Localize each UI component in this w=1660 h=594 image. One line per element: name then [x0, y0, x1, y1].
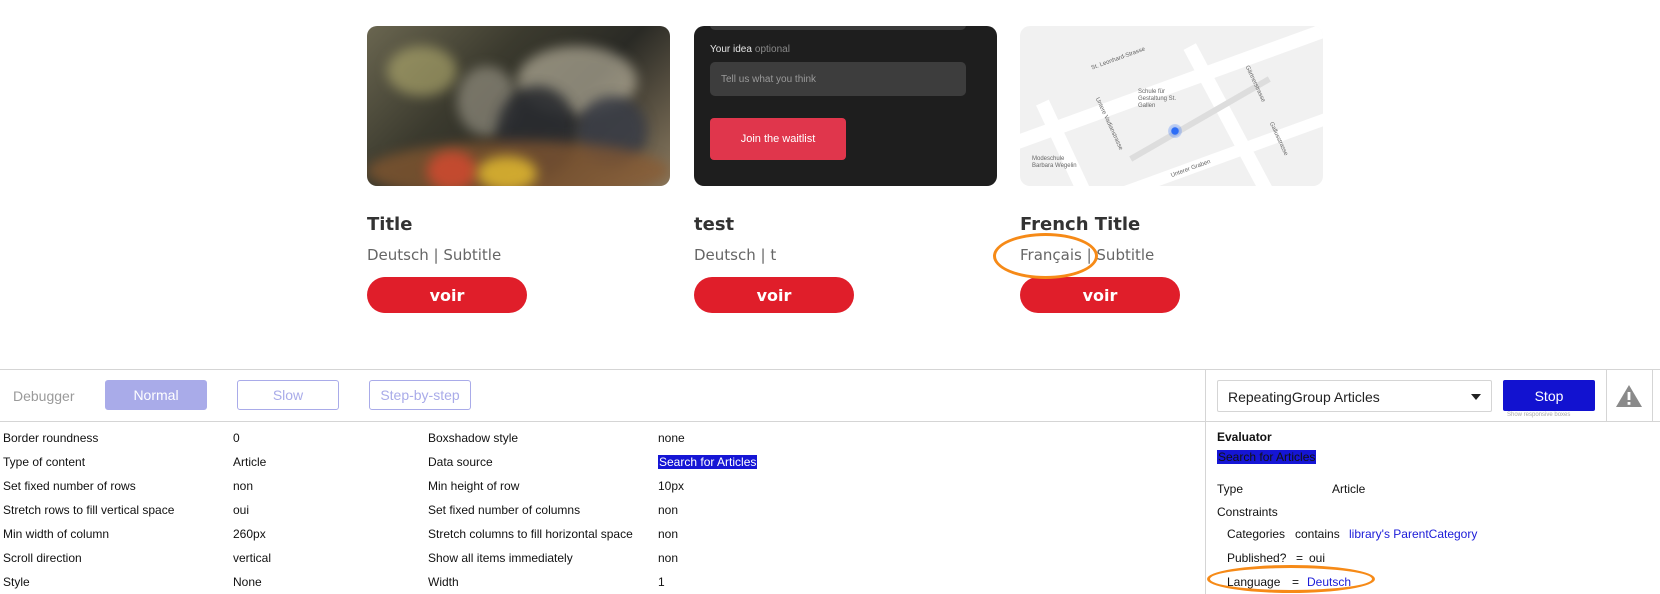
- responsive-boxes-hint[interactable]: Show responsive boxes: [1507, 412, 1570, 418]
- property-name: Show all items immediately: [428, 551, 573, 565]
- property-value: oui: [233, 503, 250, 517]
- property-name: Width: [428, 575, 459, 589]
- constraint-field: Published?: [1227, 551, 1287, 565]
- element-select-value: RepeatingGroup Articles: [1228, 389, 1380, 405]
- property-name: Style: [3, 575, 30, 589]
- poi-label: Schule für Gestaltung St. Gallen: [1138, 89, 1177, 109]
- constraint-op: contains: [1295, 527, 1340, 541]
- street-label: St. Leonhard-Strasse: [1090, 46, 1147, 72]
- idea-input[interactable]: [710, 62, 966, 96]
- article-image: Your ideaoptional Join the waitlist: [694, 26, 997, 186]
- divider: [1652, 370, 1653, 422]
- property-value: non: [658, 503, 679, 517]
- card-subtitle: Deutsch | t: [694, 246, 777, 264]
- type-label: Type: [1217, 482, 1244, 496]
- mode-step-button[interactable]: Step-by-step: [369, 380, 471, 410]
- property-name: Set fixed number of columns: [428, 503, 581, 517]
- property-name: Min width of column: [3, 527, 110, 541]
- type-value: Article: [1332, 482, 1366, 496]
- constraint-value-link[interactable]: library's ParentCategory: [1349, 527, 1477, 541]
- card-subtitle: Français | Subtitle: [1020, 246, 1155, 264]
- mode-normal-button[interactable]: Normal: [105, 380, 207, 410]
- property-value: non: [658, 551, 679, 565]
- property-value: 260px: [233, 527, 266, 541]
- constraint-field: Categories: [1227, 527, 1286, 541]
- property-value: none: [658, 431, 685, 445]
- evaluator-panel: Evaluator Search for Articles Type Artic…: [1206, 423, 1660, 594]
- property-value: Article: [233, 455, 267, 469]
- map-image: St. Leonhard-Strasse Gärtnerstrasse Gall…: [1020, 26, 1323, 186]
- article-card: Title Deutsch | Subtitle voir: [367, 26, 670, 313]
- divider: [1606, 370, 1607, 422]
- card-title: Title: [367, 214, 413, 235]
- constraint-op: =: [1296, 551, 1304, 565]
- form-field-remnant: [710, 26, 966, 30]
- property-value: 0: [233, 431, 240, 445]
- property-value: 10px: [658, 479, 685, 493]
- property-name: Min height of row: [428, 479, 520, 493]
- poi-label: Modeschule Barbara Wegelin: [1032, 156, 1077, 169]
- mode-slow-button[interactable]: Slow: [237, 380, 339, 410]
- debugger-toolbar: Debugger Normal Slow Step-by-step Repeat…: [0, 369, 1660, 422]
- idea-label: Your idea optional: [710, 44, 790, 55]
- article-card: St. Leonhard-Strasse Gärtnerstrasse Gall…: [1020, 26, 1323, 313]
- property-value: vertical: [233, 551, 272, 565]
- join-waitlist-button[interactable]: Join the waitlist: [710, 118, 846, 160]
- property-name: Scroll direction: [3, 551, 82, 565]
- property-name: Data source: [428, 455, 493, 469]
- optional-tag: optional: [754, 44, 790, 55]
- property-name: Boxshadow style: [428, 431, 519, 445]
- card-title: test: [694, 214, 735, 235]
- voir-button[interactable]: voir: [694, 277, 854, 313]
- stop-button[interactable]: Stop: [1503, 380, 1595, 411]
- location-pin-icon: [1168, 124, 1182, 138]
- evaluator-expression[interactable]: Search for Articles: [1217, 450, 1317, 464]
- card-subtitle: Deutsch | Subtitle: [367, 246, 502, 264]
- constraint-value-link[interactable]: Deutsch: [1307, 575, 1351, 589]
- property-value: non: [658, 527, 679, 541]
- card-title: French Title: [1020, 214, 1141, 235]
- article-card: Your ideaoptional Join the waitlist test…: [694, 26, 997, 313]
- constraint-field: Language: [1227, 575, 1281, 589]
- article-image: [367, 26, 670, 186]
- chevron-down-icon: [1471, 394, 1481, 400]
- property-value: None: [233, 575, 262, 589]
- property-name: Stretch rows to fill vertical space: [3, 503, 175, 517]
- property-name: Set fixed number of rows: [3, 479, 136, 493]
- constraint-value: oui: [1309, 551, 1326, 565]
- app-window: Title Deutsch | Subtitle voir Your idea o…: [0, 0, 1660, 594]
- constraints-label: Constraints: [1217, 505, 1278, 519]
- constraint-op: =: [1292, 575, 1300, 589]
- data-source-link[interactable]: Search for Articles: [658, 455, 758, 469]
- evaluator-title: Evaluator: [1217, 430, 1272, 444]
- property-value: non: [233, 479, 254, 493]
- voir-button[interactable]: voir: [1020, 277, 1180, 313]
- property-name: Border roundness: [3, 431, 99, 445]
- debugger-label: Debugger: [13, 388, 75, 404]
- property-name: Stretch columns to fill horizontal space: [428, 527, 633, 541]
- property-value: 1: [658, 575, 665, 589]
- voir-button[interactable]: voir: [367, 277, 527, 313]
- properties-panel: Border roundness 0 Type of content Artic…: [0, 423, 1205, 594]
- warning-icon[interactable]: [1615, 384, 1643, 408]
- element-select[interactable]: RepeatingGroup Articles: [1217, 380, 1492, 412]
- property-name: Type of content: [3, 455, 86, 469]
